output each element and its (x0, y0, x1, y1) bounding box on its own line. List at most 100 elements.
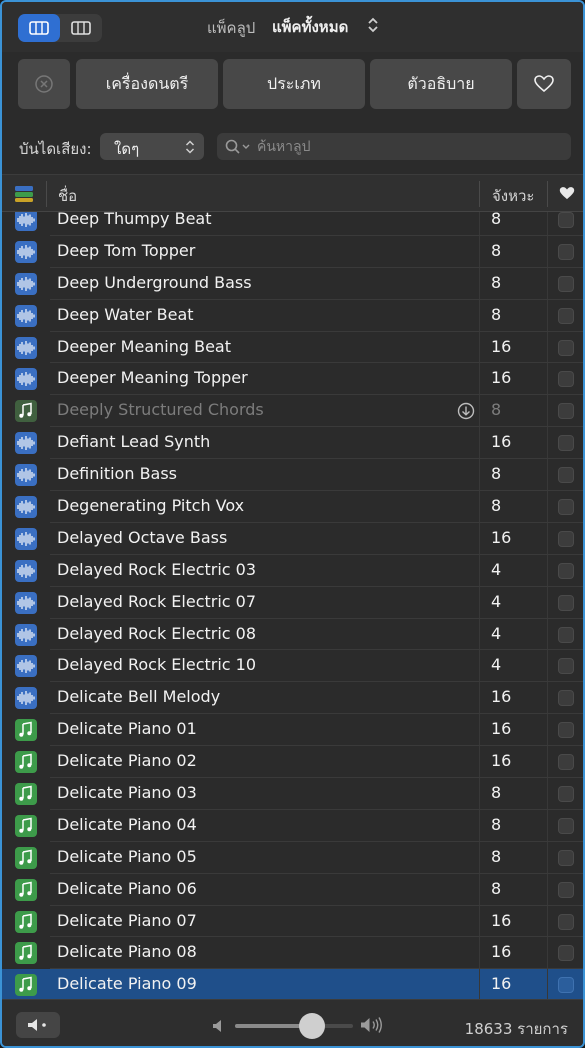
descriptor-filter-button[interactable]: ตัวอธิบาย (370, 59, 512, 109)
loop-beats: 8 (491, 814, 502, 834)
favorite-checkbox[interactable] (558, 881, 574, 898)
favorite-checkbox[interactable] (558, 786, 574, 803)
table-row[interactable]: Delicate Piano 03 8 (2, 778, 583, 810)
clear-circle-icon (35, 75, 53, 93)
favorite-checkbox[interactable] (558, 722, 574, 739)
chevron-updown-icon[interactable] (367, 16, 379, 34)
table-row[interactable]: Delayed Rock Electric 03 4 (2, 554, 583, 587)
favorite-checkbox[interactable] (558, 849, 574, 866)
column-separator (479, 969, 480, 999)
column-separator (479, 554, 480, 587)
favorite-checkbox[interactable] (558, 499, 574, 516)
table-row[interactable]: Delicate Piano 02 16 (2, 746, 583, 779)
column-separator (547, 299, 548, 332)
favorite-checkbox[interactable] (558, 658, 574, 675)
table-row[interactable]: Delicate Piano 07 16 (2, 905, 583, 938)
pack-selector[interactable]: แพ็คทั้งหมด (272, 15, 348, 39)
loop-type-column-icon[interactable] (15, 185, 33, 203)
list-view-button[interactable] (18, 14, 60, 42)
name-column-header[interactable]: ชื่อ (58, 184, 77, 208)
table-row[interactable]: Definition Bass 8 (2, 459, 583, 492)
scale-selector[interactable]: ใดๆ (100, 133, 204, 160)
favorite-checkbox[interactable] (558, 403, 574, 420)
search-input[interactable] (257, 133, 557, 160)
audio-loop-icon (15, 655, 37, 678)
table-row[interactable]: Deeper Meaning Beat 16 (2, 331, 583, 364)
column-separator (479, 905, 480, 938)
loop-beats: 8 (491, 304, 502, 324)
favorite-checkbox[interactable] (558, 530, 574, 547)
favorite-checkbox[interactable] (558, 243, 574, 260)
loop-name: Deeper Meaning Beat (57, 336, 231, 356)
favorite-checkbox[interactable] (558, 977, 574, 994)
table-row[interactable]: Delicate Piano 04 8 (2, 809, 583, 842)
loop-beats: 4 (491, 655, 502, 675)
loop-name: Delicate Piano 05 (57, 846, 197, 866)
instrument-filter-button[interactable]: เครื่องดนตรี (76, 59, 218, 109)
search-field[interactable] (217, 133, 571, 160)
loop-beats: 8 (491, 272, 502, 292)
loop-beats: 16 (491, 942, 512, 962)
table-row[interactable]: Deeper Meaning Topper 16 (2, 363, 583, 396)
column-separator (479, 618, 480, 651)
table-row[interactable]: Delayed Rock Electric 07 4 (2, 586, 583, 619)
table-row[interactable]: Delicate Bell Melody 16 (2, 682, 583, 715)
favorite-checkbox[interactable] (558, 626, 574, 643)
favorite-checkbox[interactable] (558, 339, 574, 356)
favorite-checkbox[interactable] (558, 594, 574, 611)
chevron-updown-icon (185, 140, 195, 154)
column-view-button[interactable] (60, 14, 102, 42)
reset-filters-button[interactable] (18, 59, 70, 109)
favorite-checkbox[interactable] (558, 275, 574, 292)
table-row[interactable]: Deep Underground Bass 8 (2, 267, 583, 300)
column-separator (479, 841, 480, 874)
favorite-checkbox[interactable] (558, 754, 574, 771)
favorite-checkbox[interactable] (558, 212, 574, 228)
favorite-checkbox[interactable] (558, 562, 574, 579)
table-row[interactable]: Delayed Rock Electric 10 4 (2, 650, 583, 683)
table-row[interactable]: Deep Tom Topper 8 (2, 235, 583, 268)
audio-loop-icon (15, 272, 37, 295)
table-row[interactable]: Defiant Lead Synth 16 (2, 427, 583, 460)
favorite-checkbox[interactable] (558, 307, 574, 324)
genre-filter-button[interactable]: ประเภท (223, 59, 365, 109)
preview-speaker-button[interactable] (16, 1012, 60, 1038)
beats-column-header[interactable]: จังหวะ (492, 184, 534, 208)
table-row[interactable]: Delicate Piano 06 8 (2, 873, 583, 906)
favorites-filter-button[interactable] (517, 59, 571, 109)
table-row[interactable]: Delayed Octave Bass 16 (2, 522, 583, 555)
volume-slider[interactable] (235, 1013, 353, 1039)
table-row[interactable]: Deep Thumpy Beat 8 (2, 212, 583, 236)
column-separator (46, 181, 47, 207)
loop-beats: 8 (491, 464, 502, 484)
table-row[interactable]: Delicate Piano 09 16 (2, 969, 583, 999)
column-separator (479, 331, 480, 364)
favorite-checkbox[interactable] (558, 435, 574, 452)
audio-loop-icon (15, 240, 37, 263)
favorite-checkbox[interactable] (558, 913, 574, 930)
column-separator (547, 905, 548, 938)
table-row[interactable]: Deep Water Beat 8 (2, 299, 583, 332)
loop-name: Deep Water Beat (57, 304, 194, 324)
download-icon[interactable] (457, 402, 475, 424)
search-icon[interactable] (225, 139, 253, 155)
favorite-checkbox[interactable] (558, 817, 574, 834)
favorite-checkbox[interactable] (558, 467, 574, 484)
loop-beats: 8 (491, 878, 502, 898)
table-row[interactable]: Deeply Structured Chords 8 (2, 395, 583, 428)
column-separator (547, 586, 548, 619)
favorite-checkbox[interactable] (558, 945, 574, 962)
table-row[interactable]: Delicate Piano 05 8 (2, 841, 583, 874)
table-row[interactable]: Delicate Piano 08 16 (2, 937, 583, 970)
favorite-checkbox[interactable] (558, 371, 574, 388)
volume-slider-knob[interactable] (298, 1013, 325, 1039)
loop-beats: 8 (491, 783, 502, 803)
column-separator (547, 618, 548, 651)
favorite-checkbox[interactable] (558, 690, 574, 707)
audio-loop-icon (15, 559, 37, 582)
table-row[interactable]: Delicate Piano 01 16 (2, 714, 583, 747)
table-row[interactable]: Degenerating Pitch Vox 8 (2, 491, 583, 523)
favorite-column-heart-icon[interactable] (559, 186, 575, 201)
table-row[interactable]: Delayed Rock Electric 08 4 (2, 618, 583, 651)
column-separator (479, 299, 480, 332)
